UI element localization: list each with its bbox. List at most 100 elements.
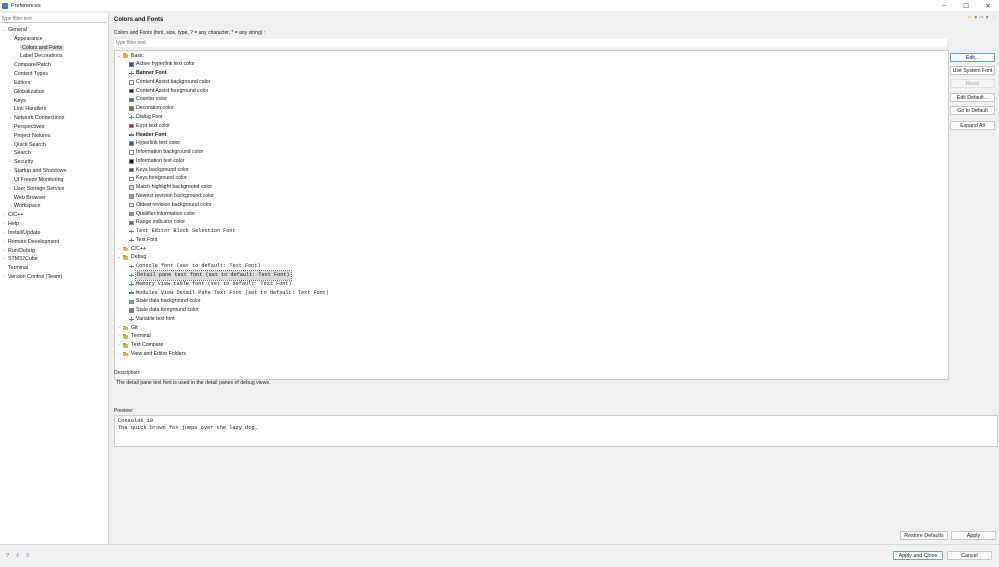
nav-item[interactable]: › Security	[8, 158, 33, 166]
edit-default-button[interactable]: Edit Default...	[950, 93, 995, 102]
nav-item[interactable]: ⌄ Appearance	[8, 35, 43, 43]
edit-button[interactable]: Edit...	[950, 53, 995, 62]
chevron-right-icon[interactable]: ›	[116, 341, 122, 350]
chevron-right-icon[interactable]: ›	[8, 202, 13, 210]
reset-button[interactable]: Reset	[950, 79, 995, 88]
tree-item[interactable]: Detail pane text font (set to default: T…	[129, 270, 292, 281]
nav-item[interactable]: › Editors	[8, 79, 31, 87]
nav-item[interactable]: Quick Search	[8, 141, 46, 149]
tree-item[interactable]: Text Font	[129, 236, 157, 245]
nav-filter-input[interactable]	[1, 15, 106, 23]
nav-item[interactable]: Compare/Patch	[8, 61, 51, 69]
tree-item[interactable]: Error text color	[129, 122, 170, 131]
nav-item[interactable]: Label Decorations	[14, 52, 63, 60]
nav-item[interactable]: › Version Control (Team)	[2, 273, 62, 281]
tree-item[interactable]: Memory view table font (set to default: …	[129, 280, 292, 289]
nav-item[interactable]: › Help	[2, 220, 19, 228]
tree-item[interactable]: Newest revision background color	[129, 192, 214, 201]
tree-category[interactable]: ⌄ Basic	[116, 52, 144, 61]
tree-item[interactable]: Information background color	[129, 148, 203, 157]
nav-item[interactable]: Content Types	[8, 70, 48, 78]
maximize-icon[interactable]: ☐	[955, 0, 977, 11]
tree-item[interactable]: Range indicator color	[129, 218, 185, 227]
nav-item[interactable]: › C/C++	[2, 211, 24, 219]
chevron-down-icon[interactable]: ⌄	[116, 253, 122, 262]
tree-item[interactable]: Active hyperlink text color	[129, 60, 195, 69]
minimize-icon[interactable]: –	[933, 0, 955, 11]
expand-all-button[interactable]: Expand All	[950, 121, 995, 130]
tree-category[interactable]: › Text Compare	[116, 341, 163, 350]
tree-item[interactable]: Hyperlink text color	[129, 139, 180, 148]
chevron-right-icon[interactable]: ›	[116, 245, 122, 254]
close-icon[interactable]: ✕	[977, 0, 999, 11]
chevron-right-icon[interactable]: ›	[8, 79, 13, 87]
tree-category[interactable]: › Git	[116, 324, 137, 333]
tree-category[interactable]: › Terminal	[116, 332, 150, 341]
nav-item[interactable]: Keys	[8, 97, 26, 105]
tree-item[interactable]: Decoration color	[129, 104, 174, 113]
tree-item[interactable]: Banner Font	[129, 69, 167, 78]
tree-item[interactable]: Stale data background color	[129, 297, 201, 306]
tree-item[interactable]: Keys foreground color	[129, 174, 187, 183]
tree-item[interactable]: Counter color	[129, 95, 167, 104]
nav-item[interactable]: › Startup and Shutdown	[8, 167, 67, 175]
chevron-right-icon[interactable]: ›	[2, 273, 7, 281]
nav-item[interactable]: › Network Connections	[8, 114, 65, 122]
chevron-right-icon[interactable]: ›	[2, 229, 7, 237]
nav-item[interactable]: › STM32Cube	[2, 255, 38, 263]
tree-item[interactable]: Text Editor Block Selection Font	[129, 227, 236, 236]
forward-dropdown-icon[interactable]: ▾	[986, 15, 989, 21]
tree-category[interactable]: › View and Editor Folders	[116, 350, 186, 359]
nav-item[interactable]: Colors and Fonts	[14, 44, 65, 52]
tree-item[interactable]: Information text color	[129, 157, 184, 166]
chevron-right-icon[interactable]: ›	[116, 350, 122, 359]
nav-item[interactable]: UI Freeze Monitoring	[8, 176, 63, 184]
nav-item[interactable]: Project Natures	[8, 132, 51, 140]
tree-item[interactable]: Stale data foreground color	[129, 306, 199, 315]
colors-fonts-filter-input[interactable]	[114, 39, 947, 47]
chevron-right-icon[interactable]: ›	[2, 247, 7, 255]
cancel-button[interactable]: Cancel	[947, 551, 992, 560]
nav-item[interactable]: Web Browser	[8, 194, 46, 202]
tree-item[interactable]: Qualifier information color	[129, 210, 195, 219]
chevron-down-icon[interactable]: ⌄	[2, 26, 7, 34]
apply-button[interactable]: Apply	[951, 531, 996, 540]
chevron-right-icon[interactable]: ›	[2, 211, 7, 219]
chevron-right-icon[interactable]: ›	[116, 324, 122, 333]
tree-category[interactable]: ⌄ Debug	[116, 253, 146, 262]
tree-item[interactable]: Oldest revision background color	[129, 201, 212, 210]
nav-item[interactable]: Link Handlers	[8, 105, 46, 113]
view-menu-icon[interactable]: ⋮	[991, 15, 997, 21]
tree-item[interactable]: Content Assist foreground color	[129, 87, 208, 96]
chevron-right-icon[interactable]: ›	[116, 332, 122, 341]
import-icon[interactable]: ⇩	[14, 552, 21, 559]
tree-item[interactable]: Dialog Font	[129, 113, 163, 122]
tree-item[interactable]: Content Assist background color	[129, 78, 210, 87]
chevron-down-icon[interactable]: ⌄	[8, 35, 13, 43]
back-dropdown-icon[interactable]: ▾	[974, 15, 977, 21]
tree-category[interactable]: › C/C++	[116, 245, 146, 254]
chevron-right-icon[interactable]: ›	[2, 255, 7, 263]
nav-item[interactable]: › Install/Update	[2, 229, 41, 237]
tree-item[interactable]: Keys background color	[129, 166, 189, 175]
chevron-right-icon[interactable]: ›	[2, 220, 7, 228]
nav-item[interactable]: › Remote Development	[2, 238, 59, 246]
tree-item[interactable]: Match highlight background color	[129, 183, 212, 192]
chevron-right-icon[interactable]: ›	[2, 238, 7, 246]
nav-item[interactable]: › User Storage Service	[8, 185, 65, 193]
forward-arrow-icon[interactable]: ⇨	[979, 15, 984, 21]
back-arrow-icon[interactable]: ⇦	[968, 15, 973, 21]
chevron-down-icon[interactable]: ⌄	[116, 52, 122, 61]
tree-item[interactable]: Header Font	[129, 131, 166, 140]
go-to-default-button[interactable]: Go to Default	[950, 106, 995, 115]
nav-item[interactable]: Search	[8, 149, 31, 157]
nav-item[interactable]: › Workspace	[8, 202, 41, 210]
export-icon[interactable]: ⇧	[24, 552, 31, 559]
help-icon[interactable]: ?	[4, 552, 11, 559]
nav-item[interactable]: Globalization	[8, 88, 45, 96]
colors-fonts-tree[interactable]: ⌄ Basic Active hyperlink text color Banner …	[114, 50, 949, 380]
use-system-font-button[interactable]: Use System Font	[950, 66, 995, 75]
restore-defaults-button[interactable]: Restore Defaults	[900, 531, 948, 540]
nav-item[interactable]: Terminal	[2, 264, 28, 272]
chevron-right-icon[interactable]: ›	[8, 158, 13, 166]
